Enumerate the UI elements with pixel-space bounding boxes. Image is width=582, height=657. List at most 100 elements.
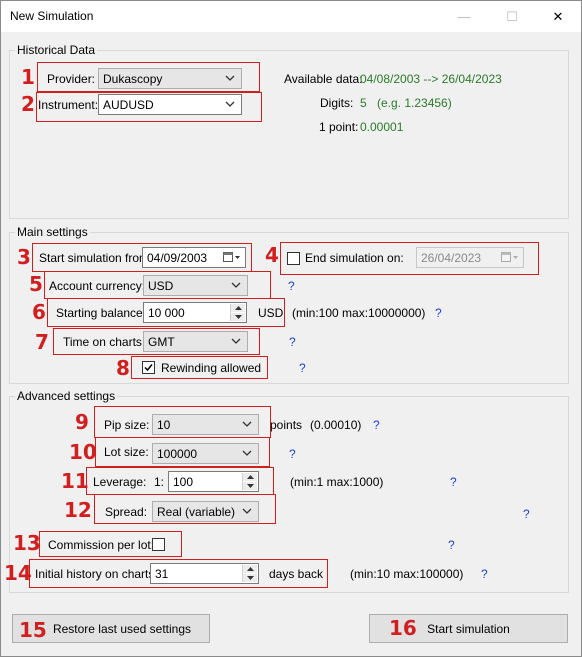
help-leverage-link[interactable]: ? xyxy=(450,475,457,489)
spin-up-icon[interactable] xyxy=(243,565,257,573)
end-date-picker[interactable]: 26/04/2023 xyxy=(416,247,524,268)
calendar-dropdown-icon[interactable] xyxy=(223,251,241,264)
spinner-arrows[interactable] xyxy=(242,473,257,490)
point-label: 1 point: xyxy=(319,120,359,134)
history-label: Initial history on charts: xyxy=(35,567,158,581)
leverage-prefix: 1: xyxy=(154,475,165,489)
account-currency-label: Account currency: xyxy=(49,279,146,293)
marker-14: 14 xyxy=(4,561,32,585)
balance-range: (min:100 max:10000000) xyxy=(292,306,426,320)
pip-size-label: Pip size: xyxy=(104,418,150,432)
historical-data-legend: Historical Data xyxy=(15,43,98,57)
lot-size-label: Lot size: xyxy=(104,445,149,459)
start-date-value: 04/09/2003 xyxy=(147,251,208,265)
spread-select[interactable]: Real (variable) xyxy=(152,501,259,522)
instrument-value: AUDUSD xyxy=(103,98,154,112)
help-time-link[interactable]: ? xyxy=(289,335,296,349)
starting-balance-value: 10 000 xyxy=(148,306,185,320)
lot-size-select[interactable]: 100000 xyxy=(152,443,259,464)
main-settings-legend: Main settings xyxy=(15,225,90,239)
digits-label: Digits: xyxy=(320,96,354,110)
marker-11: 11 xyxy=(61,469,89,493)
help-currency-link[interactable]: ? xyxy=(288,279,295,293)
end-simulation-checkbox[interactable] xyxy=(287,252,300,265)
marker-6: 6 xyxy=(32,300,46,324)
point-value: 0.00001 xyxy=(360,120,404,134)
marker-2: 2 xyxy=(21,92,35,116)
marker-8: 8 xyxy=(116,356,130,380)
provider-value: Dukascopy xyxy=(103,72,163,86)
history-unit: days back xyxy=(269,567,324,581)
new-simulation-window: New Simulation — ☐ ✕ Historical Data 1 P… xyxy=(0,0,582,657)
spinner-arrows[interactable] xyxy=(230,304,245,321)
help-pip-link[interactable]: ? xyxy=(373,418,380,432)
spin-down-icon[interactable] xyxy=(231,313,245,321)
help-spread-link[interactable]: ? xyxy=(523,507,530,521)
history-spinner[interactable]: 31 xyxy=(150,563,259,584)
history-range: (min:10 max:100000) xyxy=(350,567,464,581)
rewinding-label: Rewinding allowed xyxy=(161,361,262,375)
marker-4: 4 xyxy=(265,243,279,267)
provider-select[interactable]: Dukascopy xyxy=(98,68,242,89)
account-currency-select[interactable]: USD xyxy=(143,275,248,296)
spinner-arrows[interactable] xyxy=(242,565,257,582)
digits-value: 5 xyxy=(360,96,367,110)
lot-size-value: 100000 xyxy=(157,447,198,461)
chevron-down-icon xyxy=(231,282,241,288)
maximize-button[interactable]: ☐ xyxy=(489,1,535,32)
end-simulation-label: End simulation on: xyxy=(305,251,404,265)
pip-size-select[interactable]: 10 xyxy=(152,414,259,435)
instrument-label: Instrument: xyxy=(38,98,99,112)
available-data-label: Available data: xyxy=(284,72,363,86)
chevron-down-icon xyxy=(242,508,252,514)
pip-size-value: 10 xyxy=(157,418,171,432)
help-commission-link[interactable]: ? xyxy=(448,538,455,552)
balance-unit: USD xyxy=(258,306,284,320)
help-rewind-link[interactable]: ? xyxy=(299,361,306,375)
calendar-dropdown-icon[interactable] xyxy=(501,251,519,264)
marker-13: 13 xyxy=(13,531,41,555)
time-on-charts-value: GMT xyxy=(148,335,175,349)
help-history-link[interactable]: ? xyxy=(481,567,488,581)
spin-down-icon[interactable] xyxy=(243,482,257,490)
chevron-down-icon xyxy=(242,421,252,427)
chevron-down-icon xyxy=(225,101,235,107)
help-lot-link[interactable]: ? xyxy=(289,447,296,461)
spin-down-icon[interactable] xyxy=(243,574,257,582)
minimize-button[interactable]: — xyxy=(441,1,487,32)
pip-example: (0.00010) xyxy=(310,418,362,432)
marker-10: 10 xyxy=(69,440,97,464)
start-date-picker[interactable]: 04/09/2003 xyxy=(142,247,246,268)
marker-9: 9 xyxy=(75,410,89,434)
starting-balance-label: Starting balance: xyxy=(56,306,147,320)
window-title: New Simulation xyxy=(10,9,94,23)
marker-1: 1 xyxy=(21,65,35,89)
starting-balance-spinner[interactable]: 10 000 xyxy=(143,302,247,323)
marker-12: 12 xyxy=(64,498,92,522)
rewinding-checkbox[interactable] xyxy=(142,361,155,374)
history-value: 31 xyxy=(155,567,169,581)
spread-label: Spread: xyxy=(105,505,148,519)
commission-label: Commission per lot: xyxy=(48,538,155,552)
start-simulation-label: Start simulation xyxy=(427,621,510,636)
time-on-charts-select[interactable]: GMT xyxy=(143,331,248,352)
help-balance-link[interactable]: ? xyxy=(435,306,442,320)
marker-5: 5 xyxy=(29,272,43,296)
chevron-down-icon xyxy=(225,75,235,81)
marker-3: 3 xyxy=(17,245,31,269)
provider-label: Provider: xyxy=(47,72,96,86)
chevron-down-icon xyxy=(242,450,252,456)
leverage-spinner[interactable]: 100 xyxy=(168,471,259,492)
close-button[interactable]: ✕ xyxy=(535,1,581,32)
leverage-range: (min:1 max:1000) xyxy=(290,475,384,489)
end-date-value: 26/04/2023 xyxy=(421,251,482,265)
commission-checkbox[interactable] xyxy=(152,538,165,551)
spin-up-icon[interactable] xyxy=(243,473,257,481)
instrument-select[interactable]: AUDUSD xyxy=(98,94,242,115)
checkmark-icon xyxy=(144,364,153,372)
pip-unit: points xyxy=(270,418,303,432)
spin-up-icon[interactable] xyxy=(231,304,245,312)
available-data-value: 04/08/2003 --> 26/04/2023 xyxy=(360,72,502,86)
spread-value: Real (variable) xyxy=(157,505,236,519)
time-on-charts-label: Time on charts: xyxy=(63,335,146,349)
